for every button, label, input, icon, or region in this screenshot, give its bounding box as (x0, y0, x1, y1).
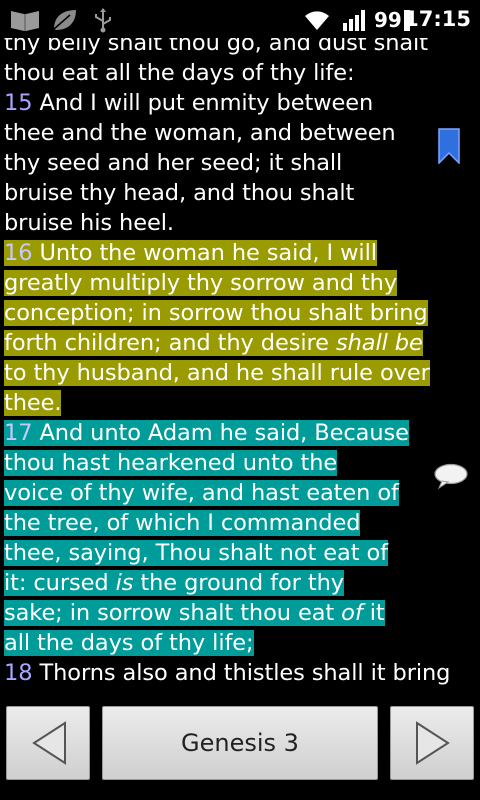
next-chapter-button[interactable] (390, 706, 474, 780)
highlighted-text: it: cursed is the ground for thy (4, 570, 344, 596)
usb-icon (92, 7, 114, 37)
chapter-select-button[interactable]: Genesis 3 (102, 706, 378, 780)
bible-app-icon (8, 7, 42, 37)
verse-line: thee. (4, 388, 474, 418)
verse-line: it: cursed is the ground for thy (4, 568, 474, 598)
status-bar: 99 17:15 (0, 0, 480, 38)
highlighted-text: 17 And unto Adam he said, Because (4, 420, 409, 446)
highlighted-text: voice of thy wife, and hast eaten of (4, 480, 399, 506)
highlighted-text: thee, saying, Thou shalt not eat of (4, 540, 388, 566)
verse-16-highlighted[interactable]: 16 Unto the woman he said, I will greatly… (4, 238, 474, 418)
verse-18-line: 18 Thorns also and thistles shall it bri… (4, 660, 451, 686)
verse-line: bruise his heel. (4, 210, 174, 236)
partial-line: thy belly shalt thou go, and dust shalt (4, 38, 428, 56)
chapter-label: Genesis 3 (181, 729, 299, 757)
highlighted-text: all the days of thy life; (4, 630, 254, 656)
verse-text: thy belly shalt thou go, and dust shalt … (4, 38, 474, 688)
chapter-navigation-bar: Genesis 3 (0, 690, 480, 800)
verse-line: voice of thy wife, and hast eaten of (4, 478, 474, 508)
highlighted-text: the tree, of which I commanded (4, 510, 361, 536)
notification-leaf-icon (50, 7, 80, 37)
highlighted-text: forth children; and thy desire shall be (4, 330, 423, 356)
verse-line: conception; in sorrow thou shalt bring (4, 298, 474, 328)
verse-number[interactable]: 17 (4, 420, 33, 446)
verse-number[interactable]: 16 (4, 240, 33, 266)
verse-number[interactable]: 15 (4, 90, 33, 116)
highlighted-text: 16 Unto the woman he said, I will (4, 240, 377, 266)
highlighted-text: thee. (4, 390, 62, 416)
verse-line: 17 And unto Adam he said, Because (4, 418, 474, 448)
right-arrow-icon (416, 721, 450, 765)
verse-line: thee and the woman, and between (4, 120, 396, 146)
clock: 17:15 (404, 7, 471, 31)
verse-line: to thy husband, and he shall rule over (4, 358, 474, 388)
verse-line: thou eat all the days of thy life: (4, 60, 355, 86)
verse-17-highlighted[interactable]: 17 And unto Adam he said, Because thou ha… (4, 418, 474, 658)
highlighted-text: sake; in sorrow shalt thou eat of it (4, 600, 385, 626)
verse-line: thou hast hearkened unto the (4, 448, 474, 478)
verse-line: greatly multiply thy sorrow and thy (4, 268, 474, 298)
left-arrow-icon (32, 721, 66, 765)
verse-line: all the days of thy life; (4, 628, 474, 658)
verse-line: thy seed and her seed; it shall (4, 150, 343, 176)
verse-line: sake; in sorrow shalt thou eat of it (4, 598, 474, 628)
verse-line: thee, saying, Thou shalt not eat of (4, 538, 474, 568)
bookmark-icon[interactable] (438, 128, 460, 168)
verse-line: bruise thy head, and thou shalt (4, 180, 355, 206)
bible-reader[interactable]: thy belly shalt thou go, and dust shalt … (0, 38, 480, 690)
verse-line: forth children; and thy desire shall be (4, 328, 474, 358)
highlighted-text: to thy husband, and he shall rule over (4, 360, 430, 386)
wifi-icon (302, 7, 332, 37)
signal-icon (342, 7, 368, 37)
highlighted-text: conception; in sorrow thou shalt bring (4, 300, 428, 326)
verse-number[interactable]: 18 (4, 660, 33, 686)
battery-percent: 99 (374, 8, 402, 32)
note-speech-bubble-icon[interactable] (433, 463, 469, 493)
highlighted-text: greatly multiply thy sorrow and thy (4, 270, 398, 296)
verse-line: 16 Unto the woman he said, I will (4, 238, 474, 268)
highlighted-text: thou hast hearkened unto the (4, 450, 338, 476)
verse-line: the tree, of which I commanded (4, 508, 474, 538)
previous-chapter-button[interactable] (6, 706, 90, 780)
verse-15-line: 15 And I will put enmity between (4, 90, 374, 116)
